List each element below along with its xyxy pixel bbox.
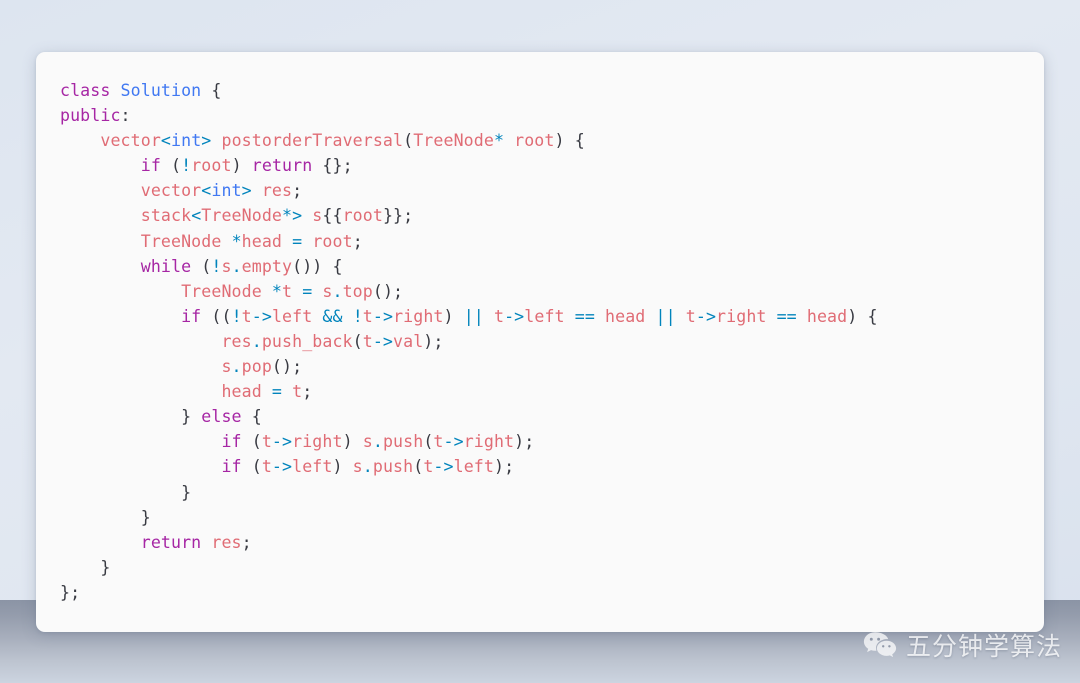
- code-line: public:: [60, 106, 131, 126]
- code-line: TreeNode *head = root;: [140, 231, 363, 251]
- code-line: res.push_back(t->val);: [221, 331, 444, 351]
- code-line: stack<TreeNode*> s{{root}};: [140, 206, 414, 226]
- code-card: class Solution { public: vector<int> post…: [36, 52, 1044, 632]
- code-block: class Solution { public: vector<int> post…: [36, 78, 1044, 605]
- code-line: s.pop();: [221, 357, 303, 377]
- code-line: } else {: [181, 407, 262, 427]
- code-line: vector<int> postorderTraversal(TreeNode*…: [100, 131, 585, 151]
- code-line: if ((!t->left && !t->right) || t->left =…: [181, 306, 878, 326]
- code-line: class Solution {: [60, 81, 222, 100]
- code-line: vector<int> res;: [140, 181, 303, 201]
- code-line: }: [100, 557, 111, 577]
- code-line: if (!root) return {};: [140, 156, 353, 176]
- code-line: }: [140, 507, 151, 527]
- code-line: };: [60, 582, 81, 602]
- code-line: TreeNode *t = s.top();: [181, 281, 404, 301]
- code-line: if (t->left) s.push(t->left);: [221, 457, 515, 477]
- code-line: if (t->right) s.push(t->right);: [221, 432, 535, 452]
- code-line: head = t;: [221, 382, 313, 402]
- code-line: }: [181, 482, 192, 502]
- code-line: return res;: [140, 532, 252, 552]
- code-line: while (!s.empty()) {: [140, 256, 343, 276]
